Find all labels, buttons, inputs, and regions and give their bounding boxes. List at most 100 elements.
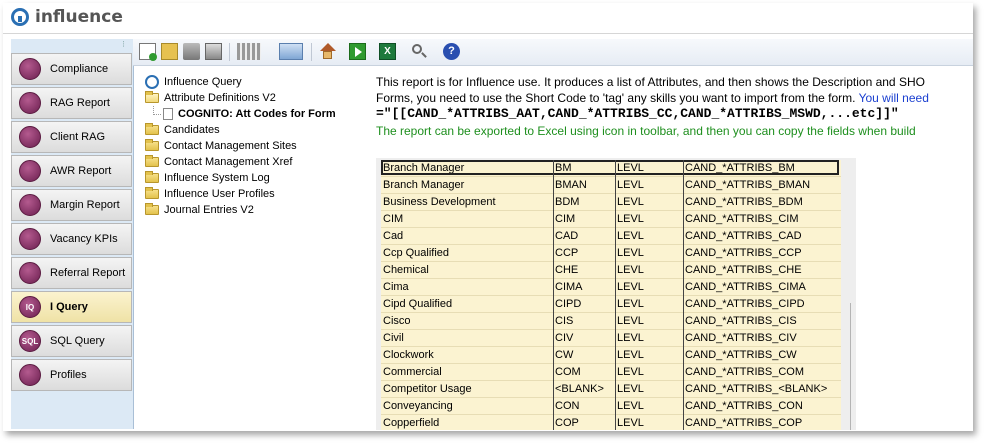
- table-row[interactable]: Branch Manager BM LEVL CAND_*ATTRIBS_BM: [381, 160, 841, 177]
- sidebar-item-label: AWR Report: [50, 165, 112, 177]
- table-cell: CAD: [555, 230, 579, 242]
- tree-item-attribute-definitions[interactable]: Attribute Definitions V2: [145, 90, 276, 106]
- sidebar-item-awr-report[interactable]: AWR Report: [11, 155, 132, 187]
- table-cell: COM: [555, 366, 581, 378]
- table-cell: Commercial: [383, 366, 442, 378]
- table-row[interactable]: Cad CAD LEVL CAND_*ATTRIBS_CAD: [381, 228, 841, 245]
- results-grid: Branch Manager BM LEVL CAND_*ATTRIBS_BM Bran…: [381, 160, 841, 430]
- table-cell: CAND_*ATTRIBS_COM: [685, 366, 804, 378]
- sidebar-item-sql-query[interactable]: SQL SQL Query: [11, 325, 132, 357]
- tree-item-journal-entries[interactable]: Journal Entries V2: [145, 202, 254, 218]
- grid-icon[interactable]: [237, 43, 261, 60]
- query-tree: Influence Query Attribute Definitions V2…: [141, 73, 369, 413]
- sidebar-item-label: Referral Report: [50, 267, 126, 279]
- excel-icon[interactable]: X: [379, 43, 396, 60]
- table-row[interactable]: CIM CIM LEVL CAND_*ATTRIBS_CIM: [381, 211, 841, 228]
- influence-query-icon: [145, 75, 159, 89]
- table-cell: Branch Manager: [383, 162, 465, 174]
- table-cell: LEVL: [617, 298, 644, 310]
- table-cell: CIM: [555, 213, 576, 225]
- sidebar-item-label: SQL Query: [50, 335, 105, 347]
- table-row[interactable]: Ccp Qualified CCP LEVL CAND_*ATTRIBS_CCP: [381, 245, 841, 262]
- table-row[interactable]: Cima CIMA LEVL CAND_*ATTRIBS_CIMA: [381, 279, 841, 296]
- sidebar-item-client-rag[interactable]: Client RAG: [11, 121, 132, 153]
- table-cell: LEVL: [617, 179, 644, 191]
- search-icon[interactable]: [411, 43, 428, 60]
- table-cell: LEVL: [617, 332, 644, 344]
- tree-item-contact-management-xref[interactable]: Contact Management Xref: [145, 154, 292, 170]
- table-cell: CIS: [555, 315, 574, 327]
- table-row[interactable]: Competitor Usage <BLANK> LEVL CAND_*ATTRIBS…: [381, 381, 841, 398]
- sql-icon: SQL: [19, 330, 41, 352]
- sidebar-item-rag-report[interactable]: RAG Report: [11, 87, 132, 119]
- table-cell: Competitor Usage: [383, 383, 472, 395]
- sidebar-item-profiles[interactable]: Profiles: [11, 359, 132, 391]
- tree-item-root[interactable]: Influence Query: [145, 74, 242, 90]
- table-row[interactable]: Conveyancing CON LEVL CAND_*ATTRIBS_CON: [381, 398, 841, 415]
- table-row[interactable]: Branch Manager BMAN LEVL CAND_*ATTRIBS_BMAN: [381, 177, 841, 194]
- table-row[interactable]: Clockwork CW LEVL CAND_*ATTRIBS_CW: [381, 347, 841, 364]
- sidebar-item-i-query[interactable]: IQ I Query: [11, 291, 132, 323]
- table-cell: Conveyancing: [383, 400, 453, 412]
- run-icon[interactable]: [349, 43, 366, 60]
- table-cell: CAND_*ATTRIBS_CIS: [685, 315, 797, 327]
- folder-icon: [145, 171, 159, 183]
- awr-report-icon: [19, 160, 41, 182]
- table-cell: CIV: [555, 332, 574, 344]
- column-divider[interactable]: [683, 160, 684, 430]
- sidebar-item-vacancy-kpis[interactable]: Vacancy KPIs: [11, 223, 132, 255]
- table-row[interactable]: Commercial COM LEVL CAND_*ATTRIBS_COM: [381, 364, 841, 381]
- sidebar-item-label: RAG Report: [50, 97, 110, 109]
- table-row[interactable]: Civil CIV LEVL CAND_*ATTRIBS_CIV: [381, 330, 841, 347]
- folder-icon: [145, 187, 159, 199]
- column-divider[interactable]: [615, 160, 616, 430]
- sidebar-item-compliance[interactable]: Compliance: [11, 53, 132, 85]
- table-row[interactable]: Cisco CIS LEVL CAND_*ATTRIBS_CIS: [381, 313, 841, 330]
- table-cell: LEVL: [617, 281, 644, 293]
- folder-icon: [145, 203, 159, 215]
- tree-item-influence-system-log[interactable]: Influence System Log: [145, 170, 270, 186]
- table-cell: CAND_*ATTRIBS_BDM: [685, 196, 803, 208]
- table-cell: CIPD: [555, 298, 582, 310]
- sidebar-item-label: I Query: [50, 301, 88, 313]
- title-bar: influence: [3, 3, 973, 34]
- profiles-icon: [19, 364, 41, 386]
- table-cell: LEVL: [617, 196, 644, 208]
- table-cell: Cipd Qualified: [383, 298, 453, 310]
- tree-item-contact-management-sites[interactable]: Contact Management Sites: [145, 138, 297, 154]
- tree-item-influence-user-profiles[interactable]: Influence User Profiles: [145, 186, 275, 202]
- table-cell: LEVL: [617, 366, 644, 378]
- table-cell: CAND_*ATTRIBS_CAD: [685, 230, 802, 242]
- table-row[interactable]: Business Development BDM LEVL CAND_*ATTRIBS…: [381, 194, 841, 211]
- influence-logo-icon: [11, 8, 29, 26]
- table-cell: LEVL: [617, 213, 644, 225]
- description-line-2: Forms, you need to use the Short Code to…: [376, 91, 929, 105]
- delete-icon[interactable]: [183, 43, 200, 60]
- sidebar-item-label: Vacancy KPIs: [50, 233, 118, 245]
- tree-item-candidates[interactable]: Candidates: [145, 122, 220, 138]
- table-cell: CAND_*ATTRIBS_<BLANK>: [685, 383, 828, 395]
- report-description: This report is for Influence use. It pro…: [376, 73, 973, 143]
- print-icon[interactable]: [205, 43, 222, 60]
- table-row[interactable]: Cipd Qualified CIPD LEVL CAND_*ATTRIBS_CIPD: [381, 296, 841, 313]
- home-icon[interactable]: [319, 43, 336, 60]
- table-cell: CCP: [555, 247, 579, 259]
- help-icon[interactable]: ?: [443, 43, 460, 60]
- page-icon[interactable]: [279, 43, 303, 60]
- table-cell: Chemical: [383, 264, 429, 276]
- column-divider[interactable]: [553, 160, 554, 430]
- open-icon[interactable]: [161, 43, 178, 60]
- sidebar-grip-icon[interactable]: ⁝: [11, 39, 133, 51]
- sidebar-item-margin-report[interactable]: Margin Report: [11, 189, 132, 221]
- sidebar-item-referral-report[interactable]: Referral Report: [11, 257, 132, 289]
- new-icon[interactable]: [139, 43, 157, 61]
- table-row[interactable]: Copperfield COP LEVL CAND_*ATTRIBS_COP: [381, 415, 841, 430]
- table-cell: LEVL: [617, 247, 644, 259]
- table-row[interactable]: Chemical CHE LEVL CAND_*ATTRIBS_CHE: [381, 262, 841, 279]
- table-cell: LEVL: [617, 264, 644, 276]
- grid-scrollbar[interactable]: [850, 303, 857, 430]
- table-cell: Business Development: [383, 196, 496, 208]
- tree-item-cognito-att-codes[interactable]: COGNITO: Att Codes for Form: [163, 106, 336, 122]
- table-cell: Ccp Qualified: [383, 247, 450, 259]
- table-cell: Branch Manager: [383, 179, 465, 191]
